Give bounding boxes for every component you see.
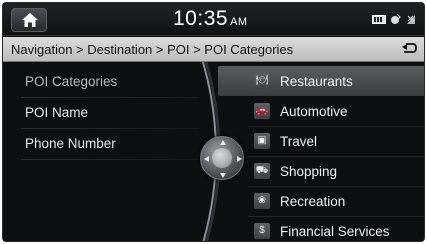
- breadcrumb: Navigation > Destination > POI > POI Cat…: [11, 42, 294, 57]
- card-icon: [372, 15, 386, 24]
- category-label: Automotive: [280, 104, 348, 119]
- clock-time: 10:35: [173, 7, 229, 30]
- navigation-screen: 10:35 AM Navigation > Destination > POI >…: [2, 2, 425, 242]
- bluetooth-icon: [391, 14, 401, 24]
- shopping-bag-icon: ⛟: [254, 163, 270, 179]
- status-bar: 10:35 AM: [3, 3, 424, 36]
- category-label: Recreation: [280, 194, 346, 209]
- home-icon: [22, 13, 38, 27]
- left-item-poi-name[interactable]: POI Name: [25, 97, 195, 127]
- signal-icon: [407, 15, 415, 24]
- divider: [21, 159, 199, 160]
- category-item-shopping[interactable]: ⛟ Shopping: [218, 156, 424, 186]
- suitcase-icon: ▣: [254, 133, 270, 149]
- category-item-restaurants[interactable]: 🍽 Restaurants: [218, 66, 424, 96]
- category-label: Travel: [280, 134, 318, 149]
- left-item-phone-number[interactable]: Phone Number: [25, 128, 195, 158]
- status-icons: [372, 14, 416, 25]
- category-label: Shopping: [280, 164, 338, 179]
- clock: 10:35 AM: [173, 7, 248, 31]
- home-button[interactable]: [11, 8, 47, 32]
- category-label: Financial Services: [280, 224, 390, 239]
- search-method-menu: POI Categories POI Name Phone Number: [3, 63, 203, 241]
- back-arrow-icon: [402, 43, 417, 53]
- car-icon: 🚗: [254, 103, 270, 119]
- back-button[interactable]: [390, 37, 424, 62]
- dollar-icon: $: [254, 223, 270, 239]
- category-item-financial-services[interactable]: $ Financial Services: [218, 216, 424, 241]
- left-item-poi-categories[interactable]: POI Categories: [25, 66, 195, 96]
- category-item-automotive[interactable]: 🚗 Automotive: [218, 96, 424, 126]
- restaurant-icon: 🍽: [254, 73, 270, 89]
- category-item-travel[interactable]: ▣ Travel: [218, 126, 424, 156]
- recreation-icon: ❀: [254, 193, 270, 209]
- category-item-recreation[interactable]: ❀ Recreation: [218, 186, 424, 216]
- clock-ampm: AM: [230, 16, 248, 28]
- breadcrumb-bar: Navigation > Destination > POI > POI Cat…: [3, 37, 424, 62]
- category-label: Restaurants: [280, 74, 353, 89]
- poi-category-list: 🍽 Restaurants 🚗 Automotive ▣ Travel ⛟ Sh…: [218, 63, 424, 241]
